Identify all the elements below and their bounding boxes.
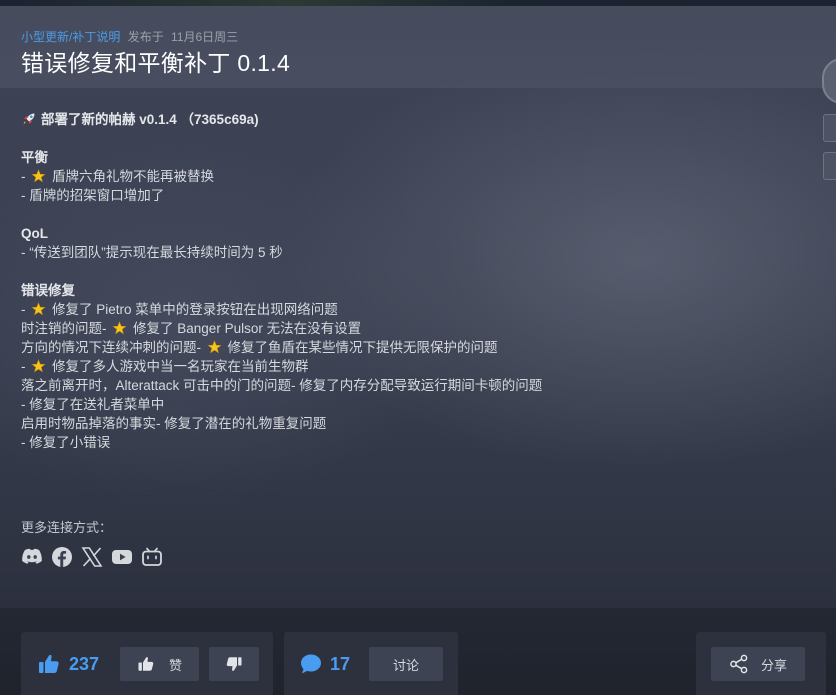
share-icon xyxy=(730,654,748,674)
bugfix-item: - 修复了 Pietro 菜单中的登录按钮在出现网络问题 xyxy=(21,300,801,319)
discuss-button[interactable]: 讨论 xyxy=(369,647,443,681)
star-icon xyxy=(112,321,127,335)
post-header: 小型更新/补丁说明 发布于 11月6日周三 错误修复和平衡补丁 0.1.4 xyxy=(0,6,836,88)
discord-icon[interactable] xyxy=(21,544,43,570)
dislike-button[interactable] xyxy=(209,647,259,681)
share-button[interactable]: 分享 xyxy=(711,647,805,681)
more-connections-label: 更多连接方式： xyxy=(21,520,113,535)
like-count: 237 xyxy=(69,654,100,674)
bugfix-item: - 修复了在送礼者菜单中 xyxy=(21,397,165,412)
posted-label: 发布于 xyxy=(127,30,164,44)
bugfix-text-1: 修复了 Pietro 菜单中的登录按钮在出现网络问题 xyxy=(52,302,338,317)
qol-heading: QoL xyxy=(21,226,48,241)
star-icon xyxy=(31,302,46,316)
balance-item: - 盾牌的招架窗口增加了 xyxy=(21,188,165,203)
like-label: 赞 xyxy=(168,657,182,673)
deploy-text: 部署了新的帕赫 v0.1.4 （7365c69a) xyxy=(41,112,259,127)
bugfix-text-2a: 时注销的问题- xyxy=(21,321,107,336)
bugfix-text-3a: 方向的情况下连续冲刺的问题- xyxy=(21,340,201,355)
bugfix-heading: 错误修复 xyxy=(21,283,75,298)
thumbs-up-icon xyxy=(138,657,154,671)
category-link[interactable]: 小型更新/补丁说明 xyxy=(21,30,120,44)
like-button[interactable]: 赞 xyxy=(120,647,199,681)
bugfix-item: 时注销的问题- 修复了 Banger Pulsor 无法在没有设置 xyxy=(21,319,801,338)
post-title: 错误修复和平衡补丁 0.1.4 xyxy=(21,50,291,76)
star-icon xyxy=(31,359,46,373)
balance-heading: 平衡 xyxy=(21,150,48,165)
x-twitter-icon[interactable] xyxy=(81,544,103,570)
thumbs-up-icon xyxy=(39,654,59,673)
dash: - xyxy=(21,169,26,184)
post-body: 部署了新的帕赫 v0.1.4 （7365c69a) 平衡 - 盾牌六角礼物不能再… xyxy=(21,110,801,452)
bugfix-text-4: 修复了多人游戏中当一名玩家在当前生物群 xyxy=(52,359,309,374)
side-tab-2[interactable] xyxy=(823,152,836,180)
post-date: 11月6日周三 xyxy=(171,30,239,44)
facebook-icon[interactable] xyxy=(51,544,73,570)
balance-text-1: 盾牌六角礼物不能再被替换 xyxy=(52,169,215,184)
bugfix-text-3b: 修复了鱼盾在某些情况下提供无限保护的问题 xyxy=(227,340,498,355)
comment-bubble-icon xyxy=(301,654,321,674)
bilibili-icon[interactable] xyxy=(141,544,163,570)
bugfix-item: - 修复了小错误 xyxy=(21,435,111,450)
star-icon xyxy=(31,169,46,183)
thumbs-down-icon xyxy=(226,657,242,671)
comment-count: 17 xyxy=(330,654,351,674)
deploy-line: 部署了新的帕赫 v0.1.4 （7365c69a) xyxy=(21,110,801,129)
social-links xyxy=(21,544,163,570)
balance-item: - 盾牌六角礼物不能再被替换 xyxy=(21,167,801,186)
bugfix-item: 落之前离开时，Alterattack 可击中的门的问题- 修复了内存分配导致运行… xyxy=(21,378,543,393)
star-icon xyxy=(207,340,222,354)
post-meta: 小型更新/补丁说明 发布于 11月6日周三 xyxy=(21,30,238,44)
dash: - xyxy=(21,302,26,317)
qol-item: - “传送到团队”提示现在最长持续时间为 5 秒 xyxy=(21,245,283,260)
bugfix-item: - 修复了多人游戏中当一名玩家在当前生物群 xyxy=(21,357,801,376)
rocket-icon xyxy=(23,113,35,125)
discuss-label: 讨论 xyxy=(392,657,419,673)
side-tab-1[interactable] xyxy=(823,114,836,142)
bugfix-item: 方向的情况下连续冲刺的问题- 修复了鱼盾在某些情况下提供无限保护的问题 xyxy=(21,338,801,357)
bugfix-text-2b: 修复了 Banger Pulsor 无法在没有设置 xyxy=(133,321,362,336)
bugfix-item: 启用时物品掉落的事实- 修复了潜在的礼物重复问题 xyxy=(21,416,327,431)
youtube-icon[interactable] xyxy=(111,544,133,570)
dash: - xyxy=(21,359,26,374)
share-label: 分享 xyxy=(760,657,787,673)
